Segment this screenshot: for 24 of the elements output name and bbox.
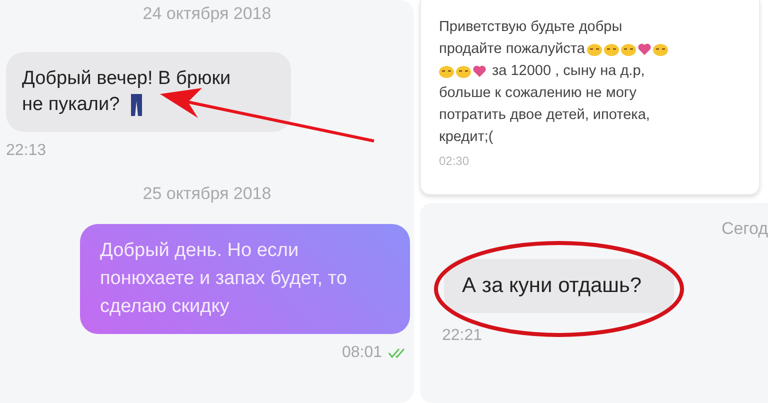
message-text: продайте пожалуйста bbox=[439, 40, 585, 59]
message-text: за 12000 , сыну на д.р, bbox=[492, 62, 645, 81]
message-text: Приветствую будьте добры bbox=[439, 18, 622, 37]
message-time: 02:30 bbox=[439, 154, 470, 168]
message-bubble: Добрый день. Но если понюхаете и запах будет, то сделаю скидку bbox=[80, 224, 410, 334]
message-bubble: А за куни отдашь? bbox=[444, 259, 674, 313]
emoji-face-icon bbox=[586, 42, 602, 56]
emoji-face-icon bbox=[604, 42, 619, 56]
message-time: 22:21 bbox=[442, 327, 484, 345]
message-text: Добрый вечер! В брюки bbox=[22, 67, 231, 91]
message-time: 08:01 bbox=[342, 344, 382, 362]
date-label: 24 октября 2018 bbox=[142, 4, 272, 24]
emoji-face-icon bbox=[652, 42, 668, 56]
message-text: не пукали? bbox=[22, 93, 120, 117]
emoji-face-icon bbox=[620, 42, 636, 56]
emoji-face-icon bbox=[456, 64, 471, 78]
trousers-icon bbox=[130, 94, 143, 116]
date-label: 25 октября 2018 bbox=[142, 184, 272, 204]
heart-icon bbox=[473, 65, 486, 77]
heart-icon bbox=[638, 43, 651, 55]
message-time: 22:13 bbox=[6, 142, 48, 160]
emoji-face-icon bbox=[439, 64, 454, 78]
date-label: Сегод bbox=[721, 219, 768, 239]
message-text: больше к сожалению не могу потратить двое детей, ипотека, кредит;( bbox=[439, 84, 651, 147]
